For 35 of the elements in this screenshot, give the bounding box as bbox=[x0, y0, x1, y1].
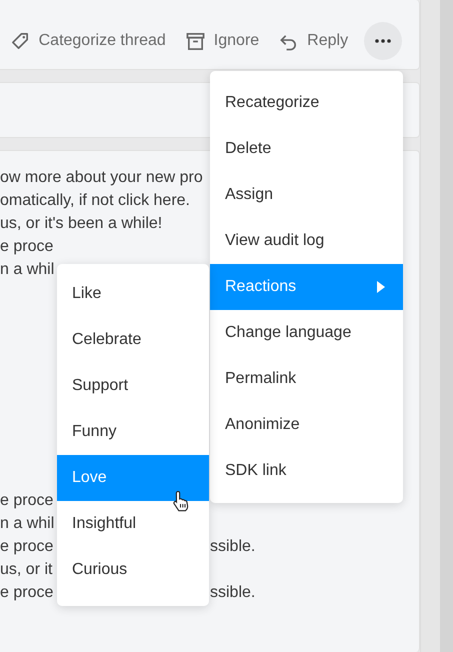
menu-item[interactable]: Funny bbox=[57, 409, 209, 455]
toolbar-button[interactable]: Reply bbox=[279, 32, 348, 50]
message-text: us, or it's been a while! bbox=[0, 214, 162, 234]
message-text: omatically, if not click here. bbox=[0, 191, 190, 211]
toolbar-button[interactable]: Categorize thread bbox=[10, 32, 166, 50]
message-text: e proce bbox=[0, 537, 54, 557]
menu-item[interactable]: Permalink bbox=[210, 356, 403, 402]
menu-item[interactable]: Assign bbox=[210, 172, 403, 218]
archive-icon bbox=[186, 32, 205, 50]
more-icon bbox=[375, 39, 392, 43]
message-text: ow more about your new pro bbox=[0, 168, 203, 188]
menu-item[interactable]: Support bbox=[57, 363, 209, 409]
message-text: n a whil bbox=[0, 514, 54, 534]
menu-item[interactable]: Curious bbox=[57, 547, 209, 593]
more-button[interactable] bbox=[364, 22, 402, 60]
menu-item[interactable]: Change language bbox=[210, 310, 403, 356]
menu-item[interactable]: Insightful bbox=[57, 501, 209, 547]
submenu-arrow-icon bbox=[377, 281, 385, 293]
hand-cursor-icon bbox=[172, 490, 190, 512]
menu-item[interactable]: Like bbox=[57, 271, 209, 317]
menu-item[interactable]: Delete bbox=[210, 126, 403, 172]
message-text: e proce bbox=[0, 491, 54, 511]
menu-item[interactable]: SDK link bbox=[210, 448, 403, 494]
message-text: ssible. bbox=[210, 537, 256, 557]
menu-item[interactable]: Celebrate bbox=[57, 317, 209, 363]
message-text: ssible. bbox=[210, 583, 256, 603]
menu-item[interactable]: Recategorize bbox=[210, 80, 403, 126]
message-text: e proce bbox=[0, 237, 54, 257]
message-text: e proce bbox=[0, 583, 54, 603]
tag-icon bbox=[10, 32, 30, 50]
message-text: n a whil bbox=[0, 260, 54, 280]
message-text: us, or it bbox=[0, 560, 52, 580]
menu-item[interactable]: View audit log bbox=[210, 218, 403, 264]
toolbar-button[interactable]: Ignore bbox=[186, 32, 260, 50]
menu-item[interactable]: Anonimize bbox=[210, 402, 403, 448]
